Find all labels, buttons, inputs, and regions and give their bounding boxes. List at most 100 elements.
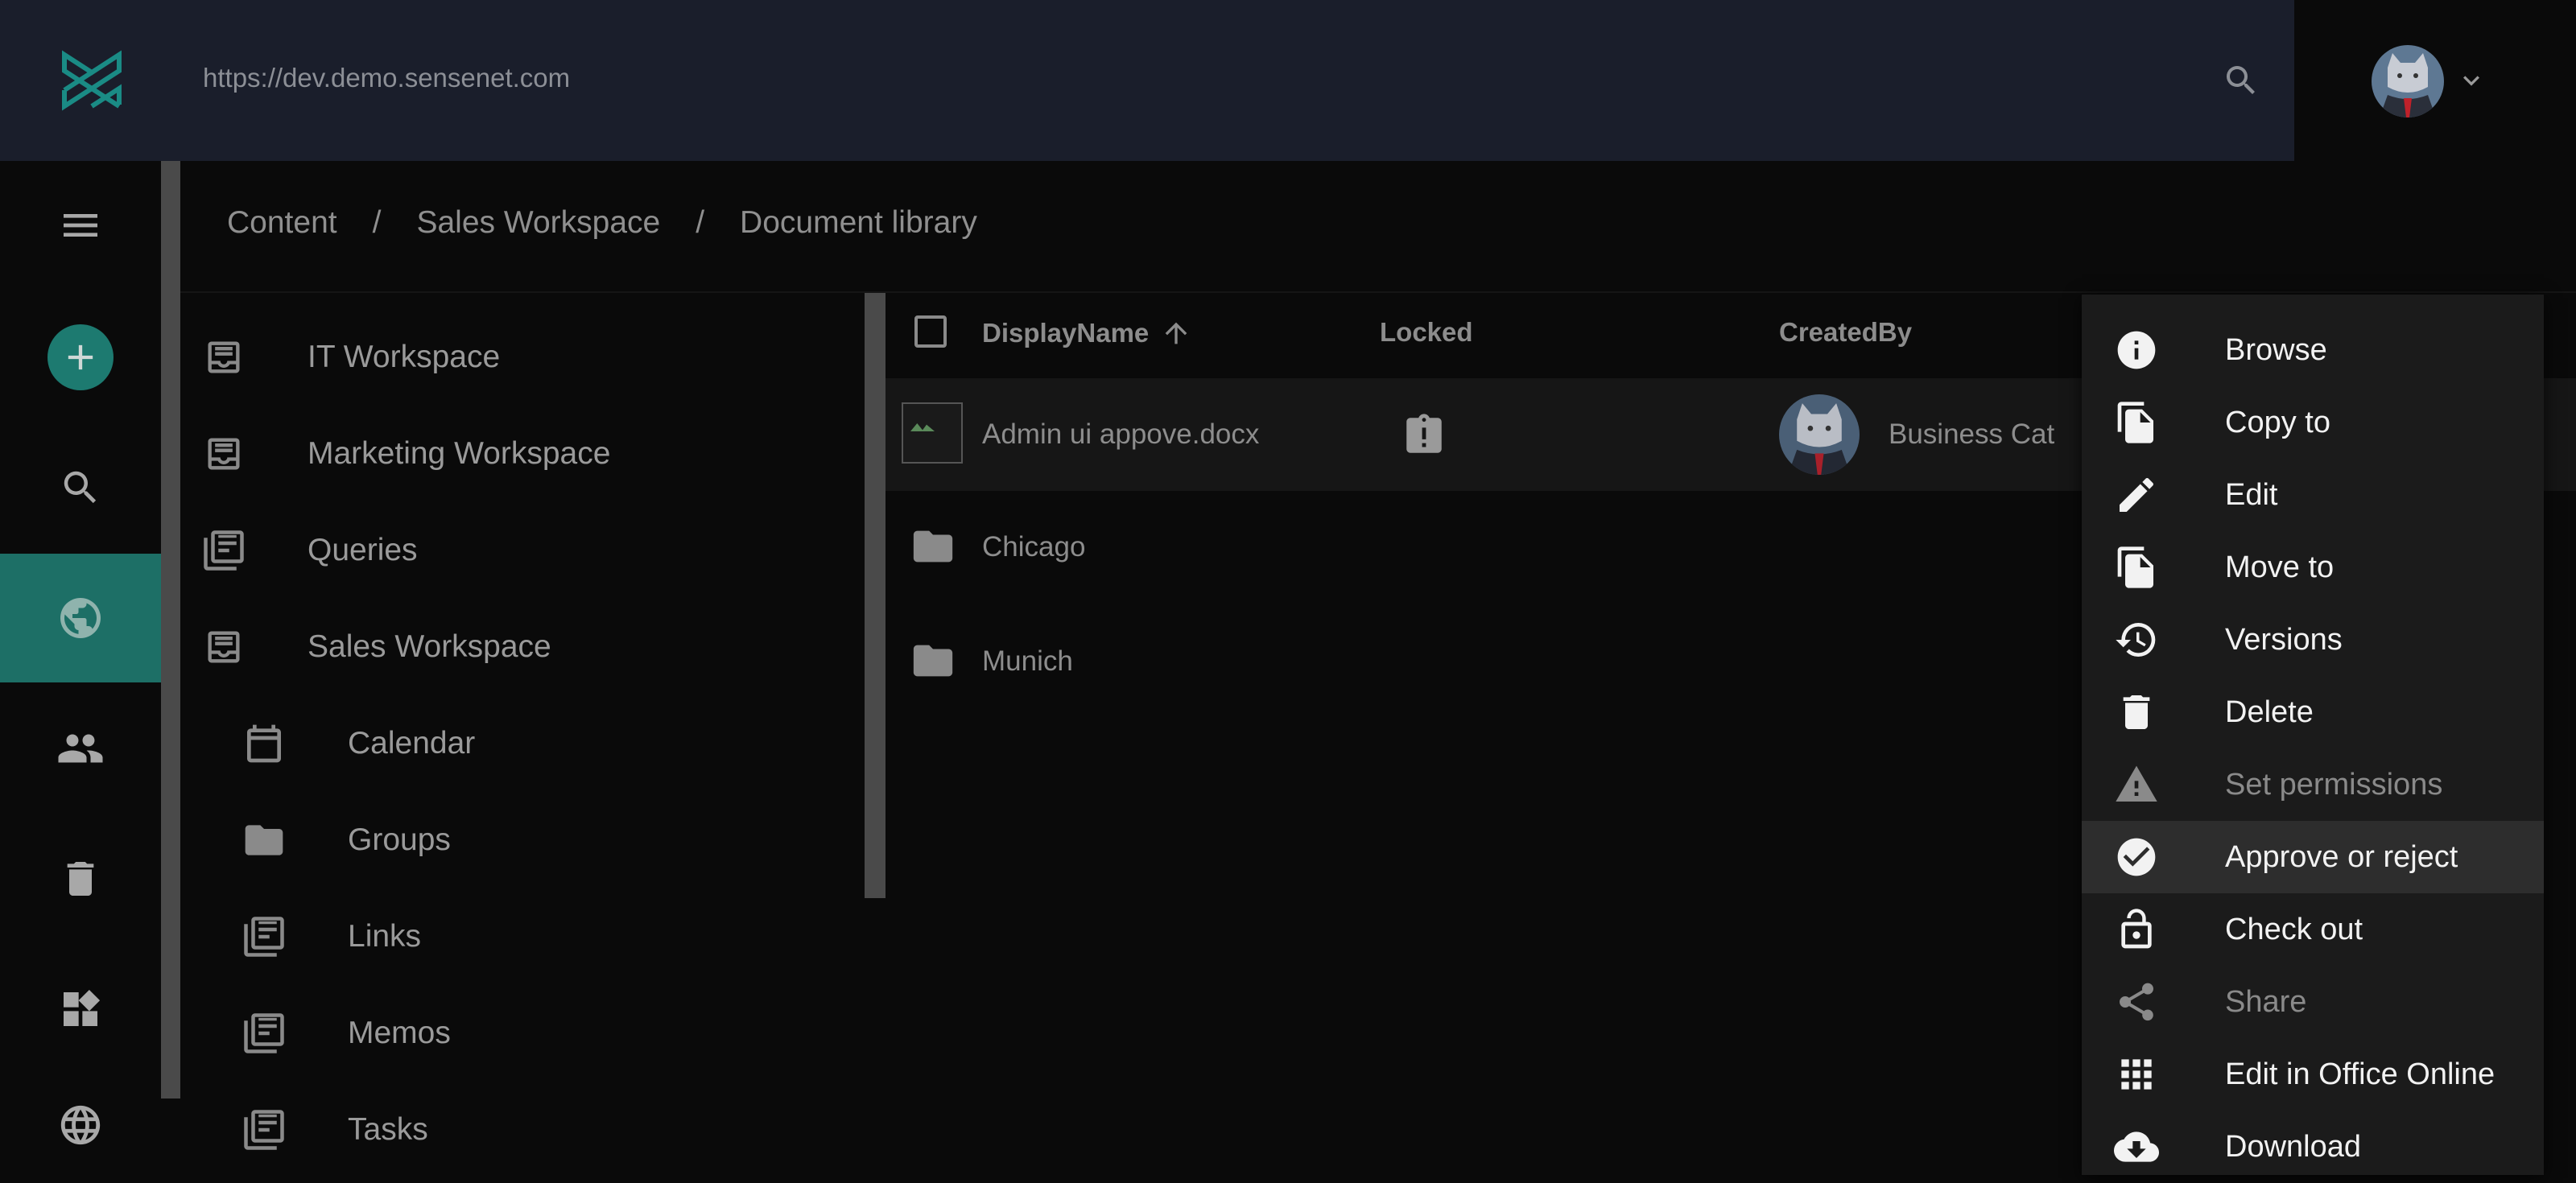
workspace-icon [201,335,246,380]
breadcrumb-item-sales-workspace[interactable]: Sales Workspace [416,205,660,241]
tree-item-label: Sales Workspace [308,629,551,664]
tree-item-tasks[interactable]: Tasks [242,1090,428,1170]
folder-icon [242,818,287,863]
menu-item-approve-or-reject[interactable]: Approve or reject [2082,821,2544,893]
menu-item-edit[interactable]: Edit [2082,459,2544,531]
trash-nav-button[interactable] [0,814,161,943]
list-icon [242,914,287,959]
menu-item-label: Versions [2225,622,2343,657]
calendar-icon [242,721,287,766]
menu-item-set-permissions[interactable]: Set permissions [2082,748,2544,821]
menu-button[interactable] [0,161,161,290]
creator-avatar [1779,394,1860,475]
menu-item-download[interactable]: Download [2082,1111,2544,1183]
move-icon [2114,545,2159,590]
breadcrumb-separator: / [696,205,705,240]
arrow-up-icon [1160,317,1192,349]
user-avatar[interactable] [2372,45,2444,117]
column-header-createdby[interactable]: CreatedBy [1779,317,1912,348]
folder-name[interactable]: Munich [982,645,1073,678]
menu-item-delete[interactable]: Delete [2082,676,2544,748]
select-all-checkbox[interactable] [914,315,947,348]
workspace-icon [201,624,246,670]
menu-item-label: Delete [2225,695,2314,729]
column-header-label: DisplayName [982,318,1150,348]
search-nav-button[interactable] [0,423,161,552]
warning-icon [2114,762,2159,807]
column-header-locked[interactable]: Locked [1380,317,1473,348]
menu-item-check-out[interactable]: Check out [2082,893,2544,966]
tree-item-label: Tasks [348,1112,428,1147]
search-icon [59,466,102,509]
trash-icon [58,856,103,901]
add-icon [47,324,114,390]
tree-item-label: Marketing Workspace [308,436,611,471]
breadcrumb-item-document-library[interactable]: Document library [740,205,977,241]
menu-item-label: Set permissions [2225,767,2443,802]
menu-item-versions[interactable]: Versions [2082,604,2544,676]
cloud-download-icon [2114,1124,2159,1169]
widgets-nav-button[interactable] [0,945,161,1074]
document-name[interactable]: Admin ui appove.docx [982,418,1259,451]
copy-icon [2114,400,2159,445]
content-nav-button[interactable] [0,554,161,682]
trash-icon [2114,690,2159,735]
folder-icon [910,523,956,570]
created-by-name: Business Cat [1889,418,2055,450]
tree-item-calendar[interactable]: Calendar [242,703,475,784]
tree-item-queries[interactable]: Queries [201,510,418,591]
menu-item-label: Share [2225,984,2307,1019]
share-icon [2114,979,2159,1024]
info-icon [2114,328,2159,373]
list-icon [201,528,246,573]
context-menu: Browse Copy to Edit Move to Versions Del… [2082,295,2544,1175]
list-icon [242,1107,287,1152]
menu-item-label: Edit [2225,477,2278,512]
menu-item-edit-in-office-online[interactable]: Edit in Office Online [2082,1038,2544,1111]
menu-item-label: Browse [2225,332,2327,367]
breadcrumb-separator: / [372,205,382,240]
tree-item-groups[interactable]: Groups [242,800,451,880]
tree-item-label: Queries [308,533,418,567]
tree-scrollbar[interactable] [865,293,886,898]
list-icon [242,1011,287,1056]
check-circle-icon [2114,835,2159,880]
top-bar: https://dev.demo.sensenet.com [0,0,2294,161]
language-icon [57,1102,104,1148]
menu-item-copy-to[interactable]: Copy to [2082,386,2544,459]
repository-url[interactable]: https://dev.demo.sensenet.com [203,63,570,93]
tree-item-label: Groups [348,822,451,857]
document-thumbnail [902,402,963,464]
add-button[interactable] [0,293,161,422]
tree-item-label: IT Workspace [308,340,501,374]
chevron-down-icon[interactable] [2455,64,2487,97]
menu-item-label: Approve or reject [2225,839,2458,874]
breadcrumb: Content / Sales Workspace / Document lib… [227,205,977,241]
rail-scrollbar[interactable] [161,161,180,1098]
folder-name[interactable]: Chicago [982,531,1085,563]
apps-icon [2114,1052,2159,1097]
lock-open-icon [2114,907,2159,952]
tree-item-sales-workspace[interactable]: Sales Workspace [201,607,551,687]
tree-item-label: Links [348,919,422,954]
sensenet-logo[interactable] [60,47,124,114]
menu-item-browse[interactable]: Browse [2082,314,2544,386]
localization-nav-button[interactable] [0,1075,161,1175]
breadcrumb-item-content[interactable]: Content [227,205,337,241]
tree-item-it-workspace[interactable]: IT Workspace [201,317,500,398]
tree-item-links[interactable]: Links [242,897,421,977]
tree-item-label: Memos [348,1016,451,1050]
tree-item-marketing-workspace[interactable]: Marketing Workspace [201,414,610,494]
tree-item-label: Calendar [348,726,476,760]
users-nav-button[interactable] [0,684,161,813]
search-icon[interactable] [2222,61,2260,100]
menu-item-move-to[interactable]: Move to [2082,531,2544,604]
users-icon [56,724,105,773]
workspace-icon [201,431,246,476]
lock-clipboard-icon [1401,412,1447,459]
column-header-displayname[interactable]: DisplayName [982,317,1192,349]
menu-item-share[interactable]: Share [2082,966,2544,1038]
history-icon [2114,617,2159,662]
tree-item-memos[interactable]: Memos [242,993,451,1074]
menu-item-label: Copy to [2225,405,2330,439]
